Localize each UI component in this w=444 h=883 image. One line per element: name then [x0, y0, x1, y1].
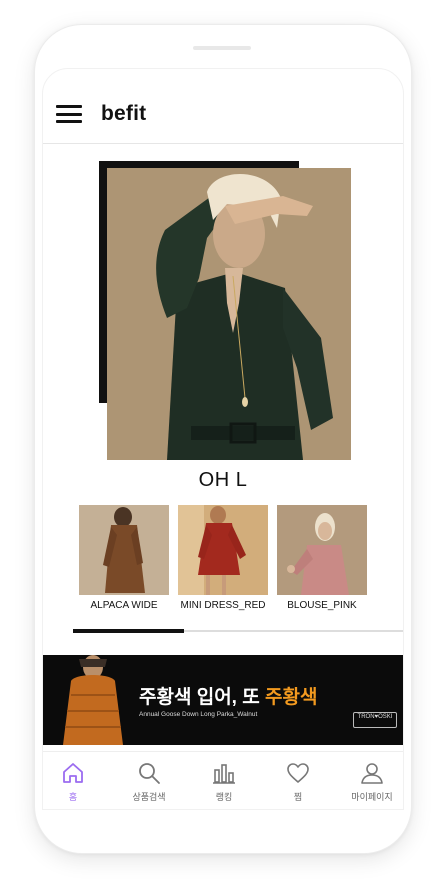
- nav-item-search[interactable]: 상품검색: [113, 752, 185, 809]
- heart-icon: [287, 763, 309, 783]
- app-header: befit: [43, 69, 403, 144]
- ranking-icon: [213, 764, 235, 784]
- carousel-progress: [73, 629, 184, 633]
- nav-label: 랭킹: [215, 792, 233, 802]
- app-title: befit: [101, 102, 147, 125]
- product-image: [277, 505, 367, 595]
- nav-label: 찜: [293, 792, 303, 802]
- banner-subtitle: Annual Goose Down Long Parka_Walnut: [139, 711, 258, 718]
- menu-icon[interactable]: [56, 105, 82, 123]
- banner-logo: TRON♥OSKI: [353, 712, 397, 728]
- product-name: BLOUSE_PINK: [287, 600, 357, 611]
- nav-item-ranking[interactable]: 랭킹: [188, 752, 260, 809]
- bottom-nav: 홈 상품검색 랭킹 찜 마이페이지: [43, 751, 403, 809]
- product-name: MINI DRESS_RED: [180, 600, 266, 611]
- product-card[interactable]: BLOUSE_PINK: [277, 505, 367, 611]
- banner-title-accent: 주황색: [265, 687, 318, 708]
- nav-label: 마이페이지: [351, 792, 393, 802]
- nav-item-home[interactable]: 홈: [43, 752, 109, 809]
- product-card[interactable]: ALPACA WIDE: [79, 505, 169, 611]
- app-screen: befit OH L ALPACA WIDE MINI DRESS_RED BL…: [42, 68, 404, 810]
- banner-model-image: [53, 655, 143, 745]
- search-icon: [139, 763, 160, 784]
- hero-image[interactable]: [107, 168, 351, 460]
- banner-title: 주황색 입어, 또 주황색: [139, 687, 318, 708]
- nav-item-mypage[interactable]: 마이페이지: [336, 752, 403, 809]
- promo-banner[interactable]: 주황색 입어, 또 주황색 Annual Goose Down Long Par…: [43, 655, 403, 745]
- user-icon: [361, 763, 383, 784]
- product-name: ALPACA WIDE: [90, 600, 158, 611]
- nav-item-wishlist[interactable]: 찜: [262, 752, 334, 809]
- nav-label: 상품검색: [132, 792, 166, 802]
- nav-label: 홈: [68, 792, 78, 802]
- product-image: [79, 505, 169, 595]
- phone-speaker: [193, 46, 251, 50]
- product-image: [178, 505, 268, 595]
- product-card[interactable]: MINI DRESS_RED: [178, 505, 268, 611]
- home-icon: [63, 763, 83, 783]
- brand-name[interactable]: OH L: [43, 469, 403, 492]
